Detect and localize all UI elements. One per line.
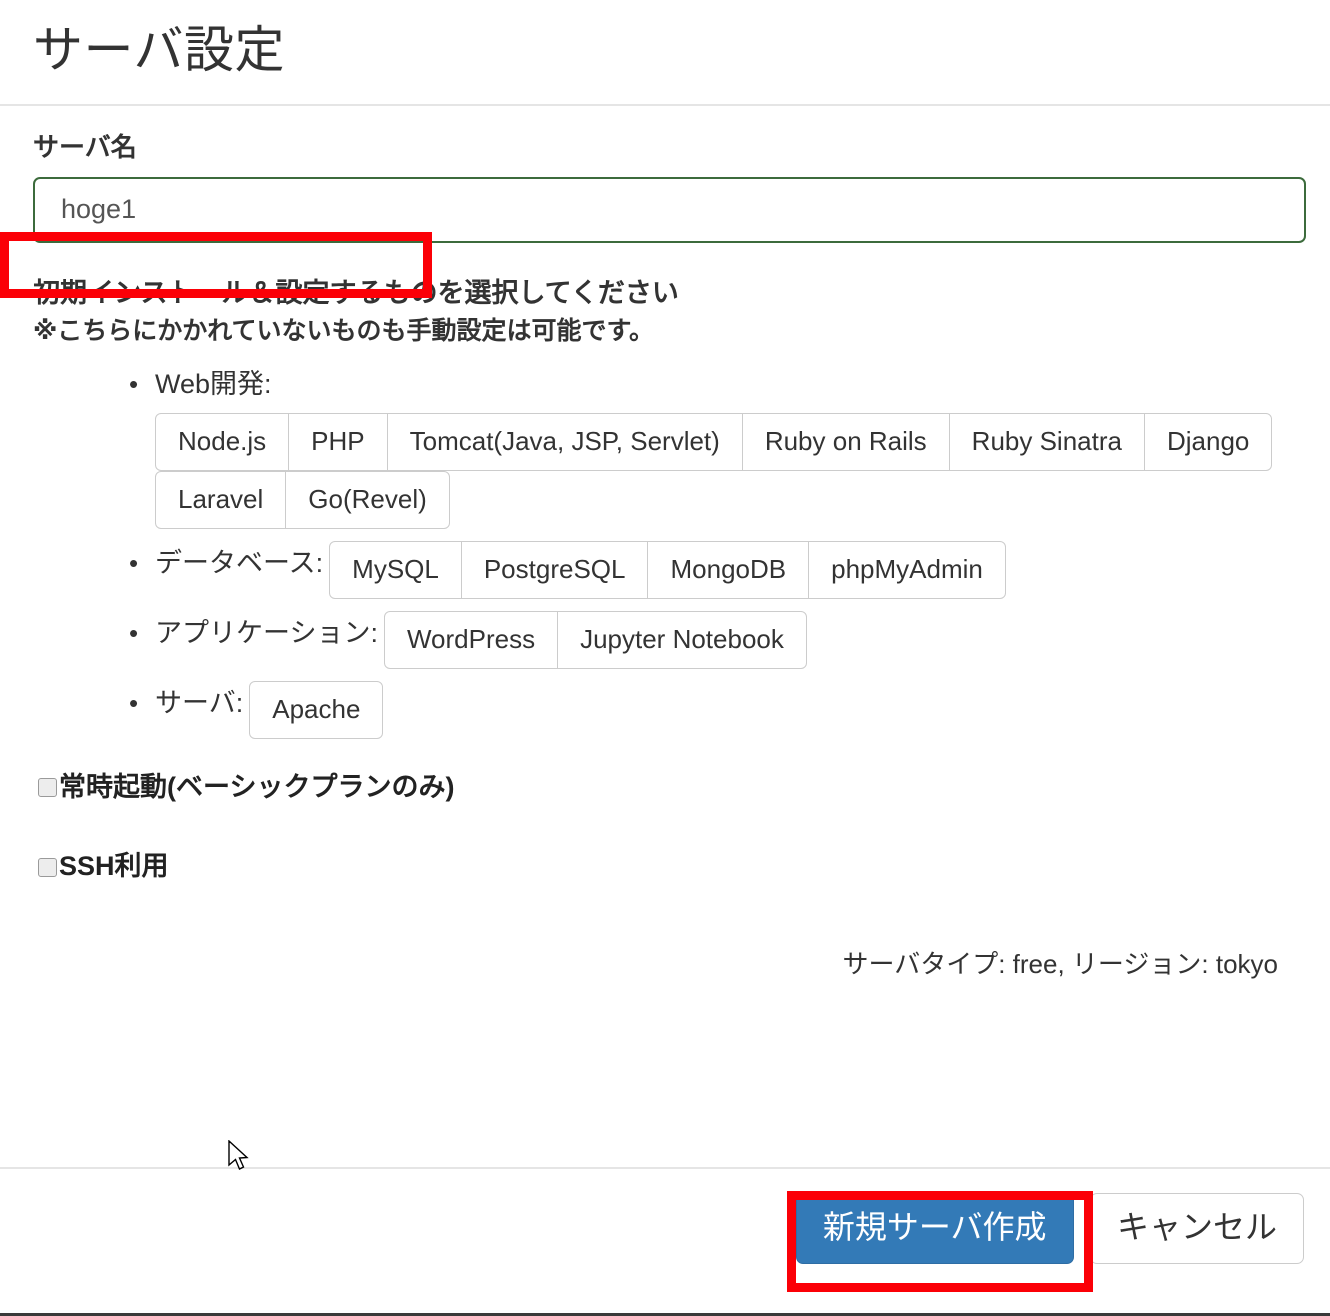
ssh-checkbox[interactable] [38, 857, 57, 877]
option-button-group: WordPress Jupyter Notebook [383, 610, 807, 669]
install-section-note: ※こちらにかかれていないものも手動設定は可能です。 [33, 317, 655, 346]
cancel-button[interactable]: キャンセル [1089, 1193, 1304, 1264]
option-button[interactable]: Node.js [155, 412, 290, 471]
option-group-row: アプリケーション:WordPressJupyter Notebook [155, 610, 1302, 669]
option-button[interactable]: PHP [288, 412, 388, 471]
option-button-stack: WordPress Jupyter Notebook [383, 610, 807, 669]
option-group-row: Web開発: Node.jsPHPTomcat(Java, JSP, Servle… [155, 362, 1302, 529]
option-group-row: サーバ:Apache [155, 680, 1302, 739]
option-button[interactable]: Go(Revel) [285, 470, 450, 529]
option-group-row: データベース:MySQLPostgreSQLMongoDBphpMyAdmin [155, 540, 1302, 599]
option-button-group: Laravel Go(Revel) [155, 470, 450, 529]
modal-body: サーバ名 初期インストール＆設定するものを選択してください ※こちらにかかれてい… [0, 106, 1330, 982]
modal-footer: 新規サーバ作成 キャンセル [0, 1167, 1330, 1264]
option-button-group: Node.js PHP Tomcat(Java, JSP, Servlet) Ruby… [155, 412, 1273, 471]
option-button-stack: MySQL PostgreSQL MongoDB phpMyAdmin [329, 540, 1006, 599]
option-button[interactable]: phpMyAdmin [808, 540, 1006, 599]
always-on-checkbox-row[interactable]: 常時起動(ベーシックプランのみ) [38, 772, 1302, 803]
install-section-heading: 初期インストール＆設定するものを選択してください [33, 277, 679, 308]
option-button[interactable]: Ruby on Rails [741, 412, 950, 471]
install-option-list: Web開発: Node.jsPHPTomcat(Java, JSP, Servle… [33, 362, 1302, 739]
option-button-group: Apache [249, 680, 384, 739]
option-button[interactable]: MongoDB [647, 540, 810, 599]
option-button[interactable]: PostgreSQL [460, 540, 649, 599]
modal-header: サーバ設定 [0, 0, 1330, 106]
option-group-label: アプリケーション: [155, 617, 378, 648]
option-group-label: Web開発: [155, 368, 272, 399]
always-on-label[interactable]: 常時起動(ベーシックプランのみ) [59, 772, 454, 803]
option-group: データベース:MySQLPostgreSQLMongoDBphpMyAdmin [33, 540, 1302, 599]
option-button[interactable]: Ruby Sinatra [948, 412, 1145, 471]
option-group-label: サーバ: [155, 687, 244, 718]
option-button[interactable]: Django [1143, 412, 1273, 471]
ssh-label[interactable]: SSH利用 [59, 852, 169, 882]
option-button-stack: Apache [249, 680, 384, 739]
page-title: サーバ設定 [33, 22, 285, 78]
option-button[interactable]: Apache [249, 680, 384, 739]
option-button[interactable]: Jupyter Notebook [557, 610, 807, 669]
option-group: アプリケーション:WordPressJupyter Notebook [33, 610, 1302, 669]
server-meta-summary: サーバタイプ: free, リージョン: tokyo [842, 949, 1278, 980]
option-group-label: データベース: [155, 547, 324, 578]
option-button-stack: Node.js PHP Tomcat(Java, JSP, Servlet) Ruby… [155, 412, 1273, 529]
option-button[interactable]: Laravel [155, 470, 287, 529]
create-server-button[interactable]: 新規サーバ作成 [795, 1193, 1074, 1264]
option-button[interactable]: WordPress [383, 610, 559, 669]
option-group: Web開発: Node.jsPHPTomcat(Java, JSP, Servle… [33, 362, 1302, 529]
server-name-label: サーバ名 [33, 131, 137, 162]
option-button[interactable]: MySQL [329, 540, 462, 599]
option-button[interactable]: Tomcat(Java, JSP, Servlet) [386, 412, 743, 471]
option-group: サーバ:Apache [33, 680, 1302, 739]
option-button-group: MySQL PostgreSQL MongoDB phpMyAdmin [329, 540, 1006, 599]
always-on-checkbox[interactable] [38, 778, 57, 798]
server-name-input[interactable] [33, 176, 1306, 243]
ssh-checkbox-row[interactable]: SSH利用 [38, 852, 1302, 882]
